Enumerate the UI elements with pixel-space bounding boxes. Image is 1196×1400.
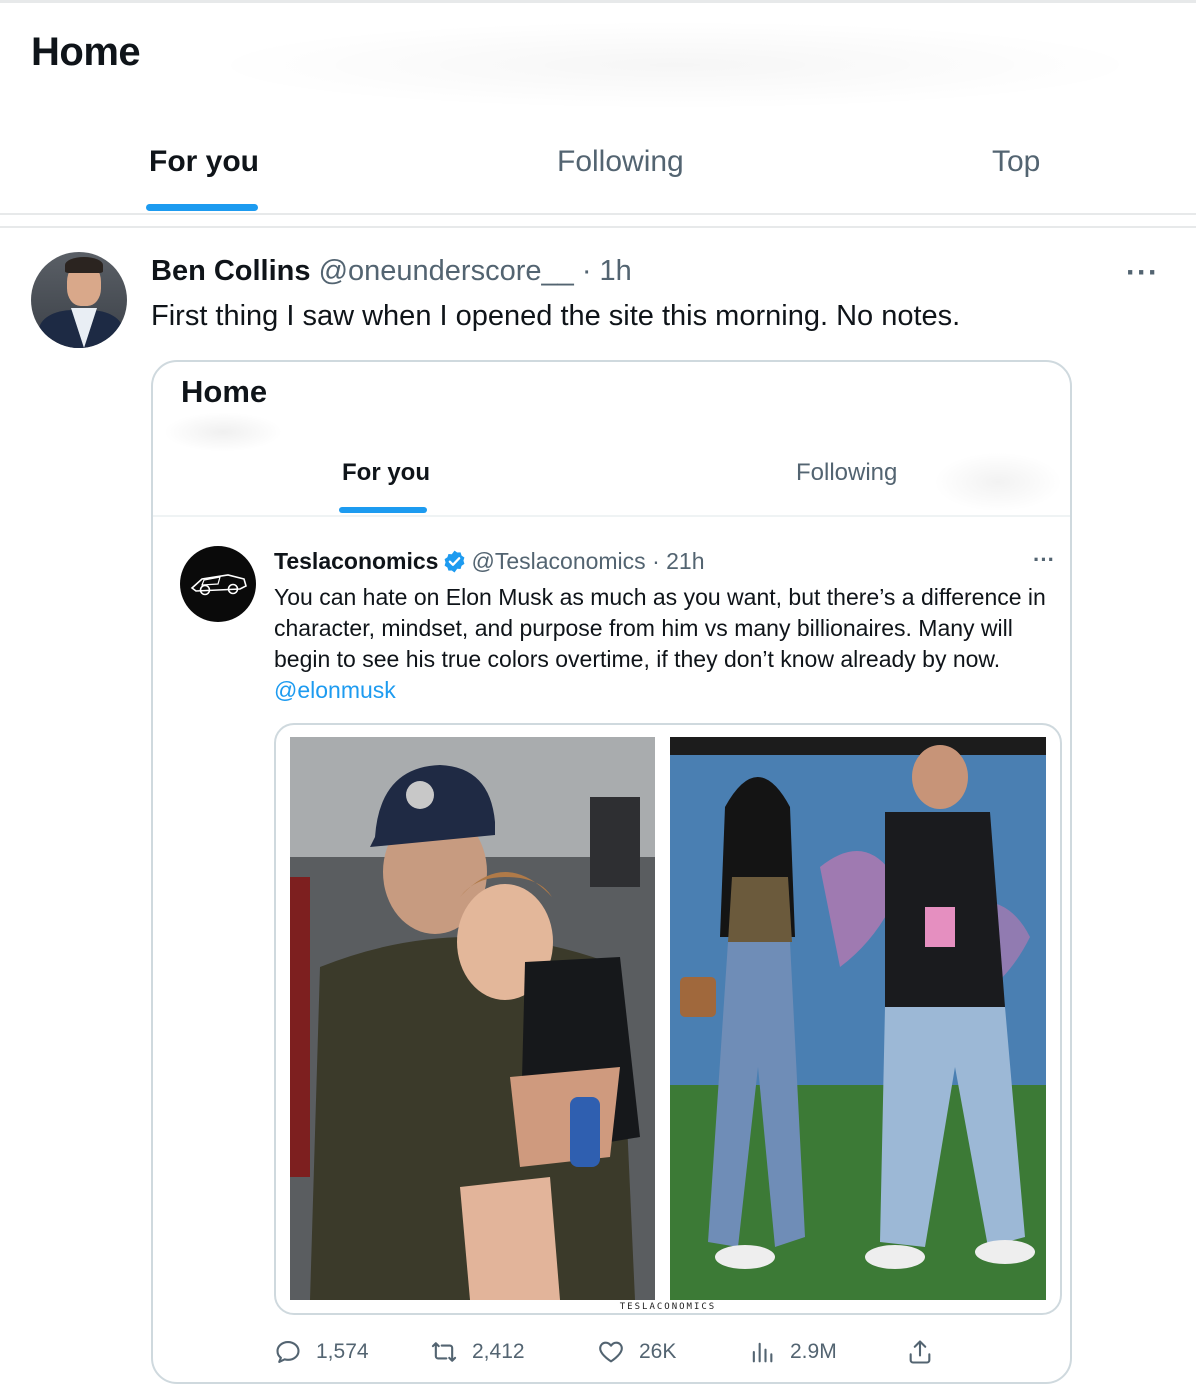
embedded-tweet-body: You can hate on Elon Musk as much as you… — [274, 584, 1046, 672]
page-title: Home — [31, 30, 141, 74]
tab-top[interactable]: Top — [992, 142, 1040, 182]
verified-badge-icon — [445, 550, 465, 573]
timeline-header: Home For you Following Top — [0, 0, 1196, 215]
reply-icon — [276, 1341, 300, 1363]
divider — [0, 226, 1196, 228]
like-button: 26K — [597, 1337, 676, 1367]
mention-link: @elonmusk — [274, 677, 396, 703]
avatar[interactable] — [31, 252, 127, 348]
tweet-header: Ben Collins @oneunderscore__ · 1h — [151, 255, 632, 288]
like-count: 26K — [639, 1340, 677, 1363]
views-button: 2.9M — [748, 1337, 837, 1367]
tweet-text: First thing I saw when I opened the site… — [151, 300, 961, 332]
embedded-divider — [153, 515, 1070, 517]
repost-button: 2,412 — [430, 1337, 525, 1367]
embedded-tweet-text: You can hate on Elon Musk as much as you… — [274, 582, 1064, 706]
tab-for-you[interactable]: For you — [149, 142, 259, 182]
author-handle[interactable]: @oneunderscore__ — [319, 255, 574, 287]
embedded-tweet-time: · 21h — [652, 548, 705, 574]
embedded-tab-for-you: For you — [342, 459, 430, 486]
photo-couple-walking — [670, 737, 1046, 1300]
tab-following[interactable]: Following — [557, 142, 684, 182]
repost-icon — [431, 1342, 457, 1362]
embedded-author-name: Teslaconomics — [274, 548, 439, 574]
avatar-hair — [65, 257, 103, 273]
blurred-region — [200, 20, 1150, 110]
share-button — [906, 1337, 948, 1367]
active-tab-indicator — [146, 204, 258, 211]
embedded-screenshot[interactable]: Home For you Following Teslaconomics @Te… — [151, 360, 1072, 1384]
embedded-tab-following: Following — [796, 459, 898, 486]
more-icon[interactable]: ··· — [1126, 256, 1159, 290]
embedded-author-handle: @Teslaconomics — [471, 548, 646, 574]
embedded-tweet-header: Teslaconomics @Teslaconomics · 21h — [274, 548, 705, 575]
embedded-active-tab-indicator — [339, 507, 427, 513]
tweet-time[interactable]: · 1h — [582, 255, 632, 287]
author-name[interactable]: Ben Collins — [151, 255, 311, 287]
car-logo-icon — [190, 574, 247, 596]
photo-man-holding-child — [290, 737, 655, 1300]
tweet-media: TESLACONOMICS — [274, 723, 1062, 1315]
views-count: 2.9M — [790, 1340, 837, 1363]
blurred-region — [933, 452, 1063, 512]
blurred-region — [163, 412, 283, 452]
reply-count: 1,574 — [316, 1340, 369, 1363]
watermark: TESLACONOMICS — [619, 1302, 717, 1312]
embedded-more-icon: ··· — [1033, 547, 1055, 572]
reply-button: 1,574 — [274, 1337, 369, 1367]
heart-icon — [599, 1341, 623, 1363]
teslaconomics-avatar — [180, 546, 256, 622]
share-icon — [909, 1340, 931, 1364]
embedded-page-title: Home — [181, 374, 268, 409]
tweet-actions: 1,574 2,412 26K 2.9M — [274, 1337, 1064, 1367]
views-chart-icon — [752, 1342, 773, 1363]
repost-count: 2,412 — [472, 1340, 525, 1363]
